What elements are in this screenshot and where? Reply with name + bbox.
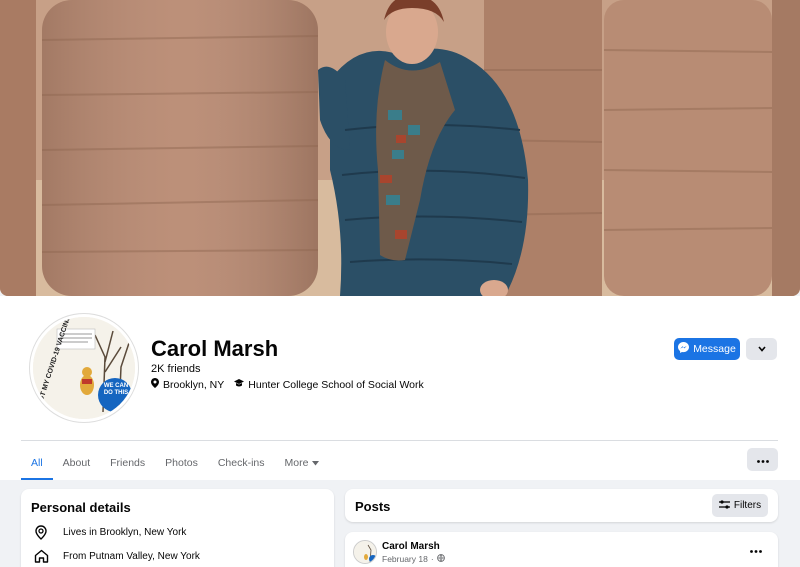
more-options-button[interactable] — [747, 448, 778, 471]
tab-label: All — [31, 457, 43, 469]
personal-details-card: Personal details Lives in Brooklyn, New … — [21, 489, 334, 567]
detail-row-lives-in: Lives in Brooklyn, New York — [33, 524, 186, 540]
ellipsis-icon — [750, 542, 762, 556]
tab-about[interactable]: About — [53, 446, 100, 480]
tab-label: About — [62, 457, 91, 469]
globe-icon — [436, 554, 445, 564]
tab-check-ins[interactable]: Check-ins — [208, 446, 275, 480]
cover-photo-image — [0, 0, 800, 296]
tab-label: Photos — [165, 457, 198, 469]
detail-text: From Putnam Valley, New York — [63, 550, 200, 562]
caret-down-icon — [312, 457, 320, 469]
location-pin-icon — [33, 524, 49, 540]
message-button[interactable]: Message — [674, 338, 740, 360]
personal-details-title: Personal details — [31, 500, 131, 515]
post-options-button[interactable] — [750, 542, 762, 556]
messenger-icon — [678, 342, 690, 356]
profile-options-dropdown[interactable] — [746, 338, 777, 360]
home-icon — [33, 548, 49, 564]
message-button-label: Message — [693, 343, 736, 355]
profile-name: Carol Marsh — [151, 336, 279, 361]
post-author-name[interactable]: Carol Marsh — [382, 541, 440, 552]
cover-photo[interactable] — [0, 0, 800, 296]
location-pin-icon — [151, 378, 159, 391]
post-card: Carol Marsh February 18 · — [345, 532, 778, 567]
tab-more[interactable]: More — [275, 446, 330, 480]
ellipsis-icon — [756, 454, 769, 466]
tab-label: More — [284, 457, 309, 469]
header-divider — [21, 440, 778, 441]
filters-label: Filters — [733, 500, 762, 511]
profile-meta: Brooklyn, NY Hunter College School of So… — [151, 378, 424, 391]
profile-location[interactable]: Brooklyn, NY — [163, 379, 224, 391]
avatar-badge-text: WE CAN DO THIS — [103, 383, 129, 396]
post-meta-separator: · — [430, 554, 434, 564]
detail-row-from: From Putnam Valley, New York — [33, 548, 200, 564]
tab-label: Check-ins — [217, 457, 265, 469]
tab-friends[interactable]: Friends — [100, 446, 155, 480]
filters-button[interactable]: Filters — [712, 494, 768, 517]
tab-label: Friends — [110, 457, 146, 469]
graduation-cap-icon — [234, 378, 245, 391]
profile-tabs: All About Friends Photos Check-ins More — [21, 446, 329, 480]
post-avatar-image — [354, 541, 376, 563]
posts-header-card: Posts Filters — [345, 489, 778, 522]
post-date[interactable]: February 18 — [382, 554, 428, 564]
sliders-icon — [718, 499, 730, 512]
post-author-avatar[interactable] — [353, 540, 377, 564]
tab-photos[interactable]: Photos — [155, 446, 208, 480]
detail-text: Lives in Brooklyn, New York — [63, 526, 187, 538]
profile-school[interactable]: Hunter College School of Social Work — [248, 379, 423, 391]
chevron-down-icon — [757, 344, 766, 355]
tab-all[interactable]: All — [21, 446, 53, 480]
post-meta: February 18 · — [382, 554, 445, 564]
posts-title: Posts — [355, 499, 391, 514]
profile-avatar[interactable]: I GOT MY COVID-19 VACCINE WE CAN DO THIS — [30, 314, 138, 422]
friends-count[interactable]: 2K friends — [151, 363, 201, 375]
